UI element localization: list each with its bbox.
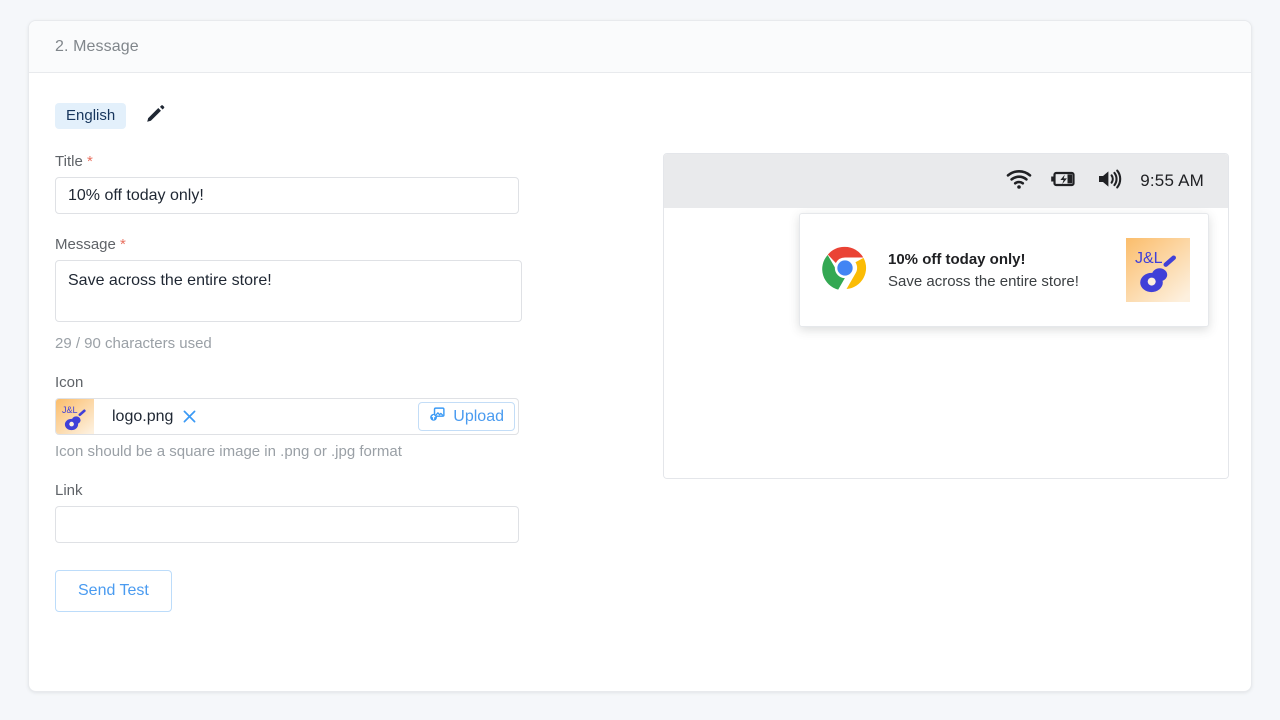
jl-guitar-logo: J&L (1126, 238, 1190, 302)
send-test-button[interactable]: Send Test (55, 570, 172, 612)
image-upload-icon (429, 406, 446, 428)
character-counter: 29 / 90 characters used (55, 335, 212, 352)
link-input[interactable] (55, 506, 519, 543)
notification-preview-panel: 9:55 AM 10% off today only! Save across … (663, 153, 1229, 479)
message-textarea[interactable] (55, 260, 522, 322)
notification-card[interactable]: 10% off today only! Save across the enti… (799, 213, 1209, 327)
icon-filename: logo.png (112, 407, 174, 425)
screen: 2. Message English Title * 10% off today… (0, 0, 1280, 720)
battery-charging-icon (1050, 169, 1078, 194)
volume-icon (1096, 168, 1122, 195)
chrome-icon (822, 245, 868, 296)
status-bar-clock: 9:55 AM (1140, 171, 1204, 190)
message-form: English Title * 10% off today only! Mess… (55, 101, 555, 612)
title-input[interactable] (55, 177, 519, 214)
message-label-text: Message (55, 236, 116, 253)
upload-button[interactable]: Upload (418, 402, 515, 431)
message-required-mark: * (120, 236, 126, 253)
icon-picker-row: J&L logo.png Upload (55, 398, 519, 435)
pencil-icon[interactable] (144, 103, 166, 130)
preview-status-bar: 9:55 AM (664, 154, 1228, 208)
svg-text:J&L: J&L (1135, 250, 1163, 267)
svg-text:J&L: J&L (62, 405, 78, 415)
title-label: Title * (55, 153, 555, 170)
title-required-mark: * (86, 153, 93, 170)
notification-text-block: 10% off today only! Save across the enti… (888, 251, 1126, 290)
language-badge-english[interactable]: English (55, 103, 127, 129)
preview-stage: 10% off today only! Save across the enti… (664, 208, 1228, 478)
message-field-group: Message * 29 / 90 characters used (55, 236, 555, 352)
card-body: English Title * 10% off today only! Mess… (29, 73, 1251, 691)
icon-field-group: Icon J&L logo.png Upload Icon should be … (55, 374, 555, 460)
title-field-group: Title * (55, 153, 555, 214)
language-row: English (55, 101, 555, 131)
notification-body: Save across the entire store! (888, 272, 1079, 290)
notification-title: 10% off today only! (888, 250, 1026, 268)
message-step-card: 2. Message English Title * 10% off today… (28, 20, 1252, 692)
link-label: Link (55, 482, 83, 499)
title-label-text: Title (55, 153, 83, 170)
jl-guitar-logo-thumbnail: J&L (56, 399, 94, 434)
icon-label: Icon (55, 374, 84, 391)
card-header: 2. Message (29, 21, 1251, 73)
wifi-icon (1006, 168, 1032, 195)
page-title: 2. Message (55, 37, 139, 55)
icon-helper-text: Icon should be a square image in .png or… (55, 443, 402, 460)
link-field-group: Link (55, 482, 555, 543)
close-icon[interactable] (181, 408, 198, 425)
message-label: Message * (55, 236, 555, 253)
upload-button-label: Upload (453, 407, 504, 425)
